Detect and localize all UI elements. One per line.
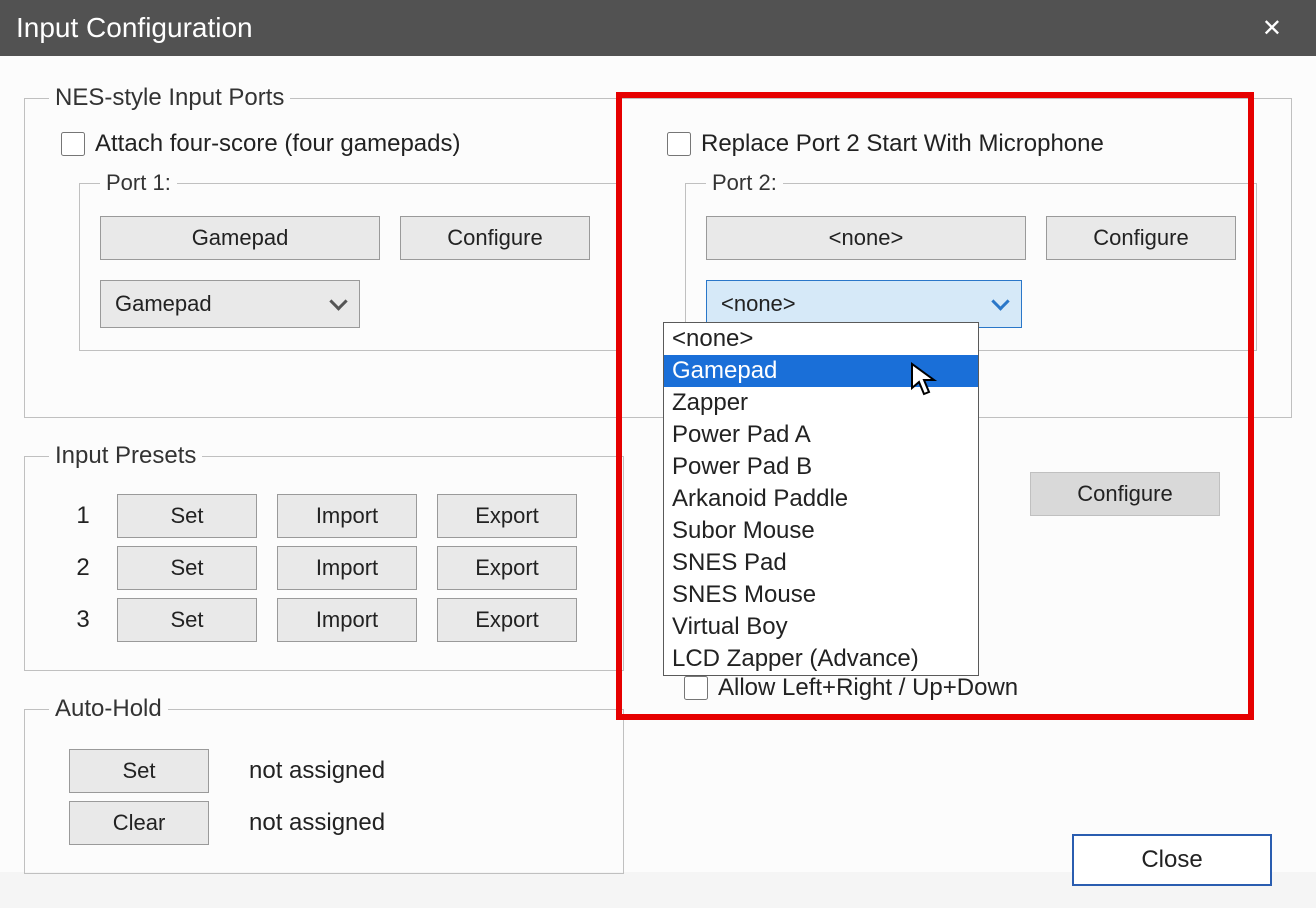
port1-column: Attach four-score (four gamepads) Port 1… — [49, 130, 655, 351]
port1-configure-button[interactable]: Configure — [400, 216, 590, 260]
preset-set-button[interactable]: Set — [117, 598, 257, 642]
chevron-down-icon — [329, 292, 347, 310]
port2-device-button[interactable]: <none> — [706, 216, 1026, 260]
allow-lr-checkbox[interactable] — [684, 676, 708, 700]
auto-hold-clear-button[interactable]: Clear — [69, 801, 209, 845]
dropdown-option[interactable]: Zapper — [664, 387, 978, 419]
port1-group: Port 1: Gamepad Configure Gamepad — [79, 170, 619, 351]
four-score-label: Attach four-score (four gamepads) — [95, 130, 461, 158]
chevron-down-icon — [991, 292, 1009, 310]
extra-configure-button[interactable]: Configure — [1030, 472, 1220, 516]
dropdown-option[interactable]: <none> — [664, 323, 978, 355]
preset-import-button[interactable]: Import — [277, 598, 417, 642]
four-score-checkbox[interactable] — [61, 132, 85, 156]
dropdown-option[interactable]: SNES Pad — [664, 547, 978, 579]
preset-export-button[interactable]: Export — [437, 546, 577, 590]
auto-hold-set-status: not assigned — [249, 757, 385, 785]
auto-hold-set-button[interactable]: Set — [69, 749, 209, 793]
auto-hold-legend: Auto-Hold — [49, 695, 168, 723]
dropdown-option[interactable]: Arkanoid Paddle — [664, 483, 978, 515]
preset-export-button[interactable]: Export — [437, 598, 577, 642]
port1-legend: Port 1: — [100, 170, 177, 196]
auto-hold-group: Auto-Hold Set not assigned Clear not ass… — [24, 695, 624, 874]
content-area: NES-style Input Ports Attach four-score … — [0, 56, 1316, 908]
port2-column: Replace Port 2 Start With Microphone Por… — [655, 130, 1267, 351]
port2-legend: Port 2: — [706, 170, 783, 196]
port1-select-value: Gamepad — [115, 291, 212, 317]
preset-number: 1 — [69, 502, 97, 530]
close-icon[interactable]: ✕ — [1248, 10, 1296, 47]
port2-select-value: <none> — [721, 291, 796, 317]
dropdown-option[interactable]: Power Pad B — [664, 451, 978, 483]
auto-hold-clear-status: not assigned — [249, 809, 385, 837]
preset-import-button[interactable]: Import — [277, 546, 417, 590]
dropdown-option[interactable]: Virtual Boy — [664, 611, 978, 643]
input-presets-group: Input Presets 1 Set Import Export 2 Set Import… — [24, 442, 624, 671]
preset-export-button[interactable]: Export — [437, 494, 577, 538]
dropdown-option[interactable]: SNES Mouse — [664, 579, 978, 611]
allow-lr-label: Allow Left+Right / Up+Down — [718, 674, 1018, 702]
dropdown-option[interactable]: Subor Mouse — [664, 515, 978, 547]
replace-mic-label: Replace Port 2 Start With Microphone — [701, 130, 1104, 158]
preset-number: 3 — [69, 606, 97, 634]
close-button[interactable]: Close — [1072, 834, 1272, 886]
replace-mic-checkbox[interactable] — [667, 132, 691, 156]
titlebar: Input Configuration ✕ — [0, 0, 1316, 56]
port1-device-select[interactable]: Gamepad — [100, 280, 360, 328]
dropdown-option[interactable]: Power Pad A — [664, 419, 978, 451]
window: Input Configuration ✕ NES-style Input Po… — [0, 0, 1316, 872]
window-title: Input Configuration — [16, 12, 253, 44]
input-presets-legend: Input Presets — [49, 442, 202, 470]
port2-configure-button[interactable]: Configure — [1046, 216, 1236, 260]
preset-import-button[interactable]: Import — [277, 494, 417, 538]
port2-dropdown-list[interactable]: <none>GamepadZapperPower Pad APower Pad … — [663, 322, 979, 676]
preset-number: 2 — [69, 554, 97, 582]
port2-device-select[interactable]: <none> — [706, 280, 1022, 328]
preset-set-button[interactable]: Set — [117, 494, 257, 538]
dropdown-option[interactable]: Gamepad — [664, 355, 978, 387]
nes-ports-group: NES-style Input Ports Attach four-score … — [24, 84, 1292, 418]
dropdown-option[interactable]: LCD Zapper (Advance) — [664, 643, 978, 675]
port1-device-button[interactable]: Gamepad — [100, 216, 380, 260]
nes-ports-legend: NES-style Input Ports — [49, 84, 290, 112]
preset-set-button[interactable]: Set — [117, 546, 257, 590]
